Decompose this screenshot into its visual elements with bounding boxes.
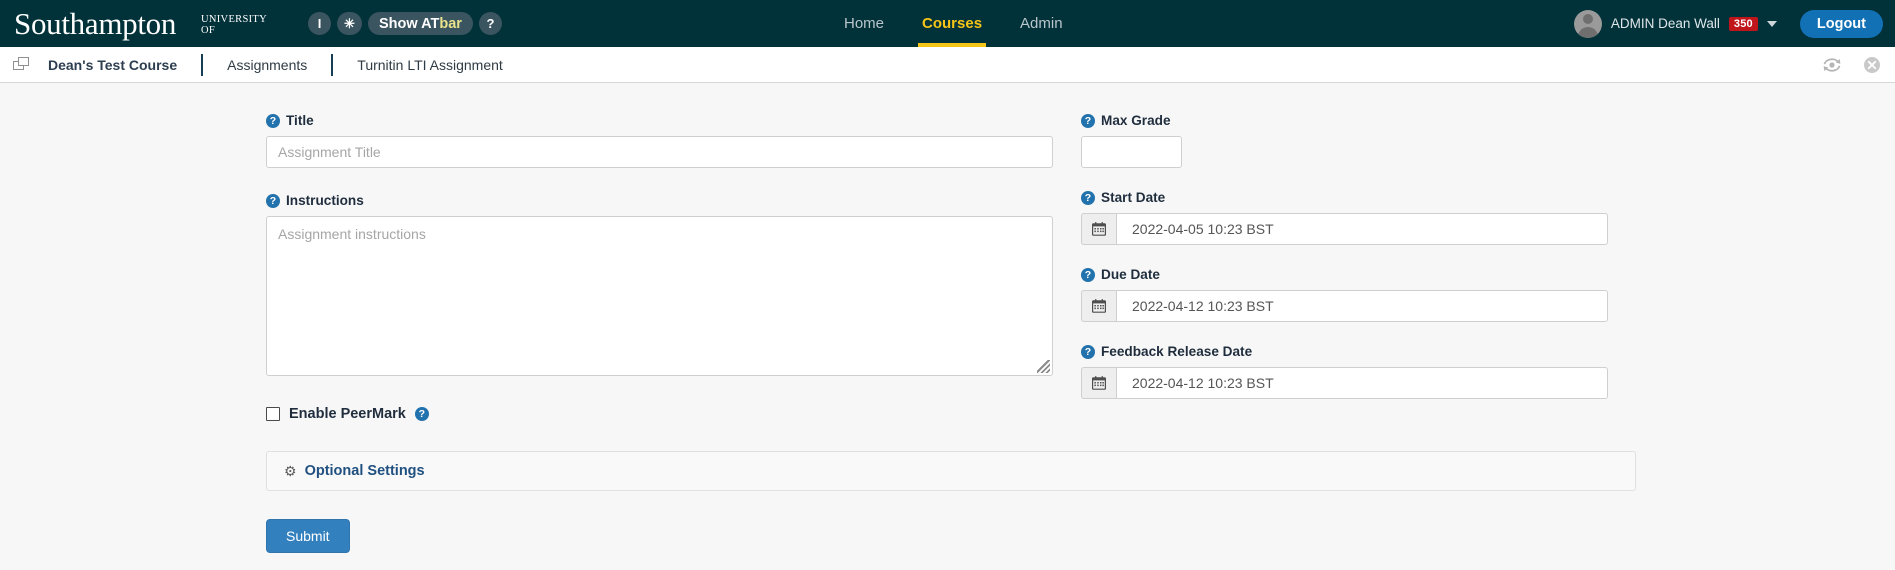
help-icon[interactable]: ? xyxy=(266,193,280,208)
start-date-input[interactable] xyxy=(1116,213,1608,245)
atbar-toolbar: I ✳ Show AT bar ? xyxy=(308,12,502,35)
user-area: ADMIN Dean Wall 350 Logout xyxy=(1573,0,1883,47)
gear-icon: ⚙ xyxy=(284,463,297,479)
top-navigation-bar: Southampton UNIVERSITY OF I ✳ Show AT bar… xyxy=(0,0,1895,47)
user-name: ADMIN Dean Wall xyxy=(1610,16,1720,31)
calendar-icon[interactable] xyxy=(1081,367,1116,399)
calendar-icon[interactable] xyxy=(1081,213,1116,245)
instructions-wrapper xyxy=(266,216,1053,376)
instructions-textarea[interactable] xyxy=(266,216,1053,376)
breadcrumb-item-assignments[interactable]: Assignments xyxy=(227,57,331,73)
text-size-icon[interactable]: I xyxy=(308,12,332,35)
logout-button[interactable]: Logout xyxy=(1799,9,1883,38)
breadcrumb-separator xyxy=(331,53,334,76)
max-grade-label: Max Grade xyxy=(1101,113,1171,128)
enable-peermark-label: Enable PeerMark xyxy=(289,406,406,422)
optional-settings-label: Optional Settings xyxy=(304,463,425,479)
help-icon[interactable]: ? xyxy=(1081,344,1095,359)
due-date-input[interactable] xyxy=(1116,290,1608,322)
help-icon[interactable]: ? xyxy=(1081,113,1095,128)
atbar-help-icon[interactable]: ? xyxy=(478,12,502,35)
nav-item-courses[interactable]: Courses xyxy=(918,0,987,47)
submit-button[interactable]: Submit xyxy=(266,519,350,553)
feedback-release-date-label: Feedback Release Date xyxy=(1101,344,1253,359)
windows-icon[interactable] xyxy=(13,57,30,72)
breadcrumb-item-course[interactable]: Dean's Test Course xyxy=(48,57,201,73)
nav-item-admin[interactable]: Admin xyxy=(1016,0,1067,47)
refresh-icon[interactable] xyxy=(1821,55,1843,75)
show-atbar-button[interactable]: Show AT bar xyxy=(367,12,473,35)
help-icon[interactable]: ? xyxy=(1081,190,1095,205)
due-date-label-row: ? Due Date xyxy=(1081,267,1608,282)
help-icon[interactable]: ? xyxy=(266,113,280,128)
title-input[interactable] xyxy=(266,136,1053,168)
instructions-label-row: ? Instructions xyxy=(266,193,1053,208)
notification-badge[interactable]: 350 xyxy=(1728,16,1758,31)
show-atbar-label: Show AT xyxy=(378,15,440,32)
start-date-label: Start Date xyxy=(1101,190,1166,205)
chevron-down-icon[interactable] xyxy=(1766,20,1777,27)
contrast-icon[interactable]: ✳ xyxy=(337,12,362,35)
nav-item-home[interactable]: Home xyxy=(840,0,888,47)
form-column-left: ? Title ? Instructions Enable PeerMark ?… xyxy=(266,83,1636,553)
max-grade-label-row: ? Max Grade xyxy=(1081,113,1608,128)
start-date-label-row: ? Start Date xyxy=(1081,190,1608,205)
breadcrumb-actions xyxy=(1821,55,1881,75)
peermark-row: Enable PeerMark ? xyxy=(266,406,1053,422)
breadcrumb-separator xyxy=(201,53,204,76)
title-label: Title xyxy=(286,113,314,128)
feedback-release-date-group xyxy=(1081,367,1608,399)
due-date-group xyxy=(1081,290,1608,322)
show-atbar-label-accent: bar xyxy=(439,15,462,32)
help-icon[interactable]: ? xyxy=(414,407,429,421)
site-logo[interactable]: Southampton UNIVERSITY OF xyxy=(14,6,266,41)
avatar[interactable] xyxy=(1573,9,1602,38)
max-grade-input[interactable] xyxy=(1081,136,1182,168)
main-navigation: Home Courses Admin xyxy=(840,0,1067,47)
breadcrumb-bar: Dean's Test Course Assignments Turnitin … xyxy=(0,47,1895,83)
form-column-right: ? Max Grade ? Start Date 2022-04-05 10:2… xyxy=(1053,83,1608,553)
feedback-release-date-label-row: ? Feedback Release Date xyxy=(1081,344,1608,359)
close-icon[interactable] xyxy=(1863,56,1881,74)
breadcrumb: Dean's Test Course Assignments Turnitin … xyxy=(48,53,503,76)
logo-wordmark: Southampton xyxy=(14,6,177,41)
start-date-group xyxy=(1081,213,1608,245)
title-label-row: ? Title xyxy=(266,113,1053,128)
feedback-release-date-input[interactable] xyxy=(1116,367,1608,399)
instructions-label: Instructions xyxy=(286,193,364,208)
assignment-form-page: ? Title ? Instructions Enable PeerMark ?… xyxy=(0,83,1895,570)
calendar-icon[interactable] xyxy=(1081,290,1116,322)
help-icon[interactable]: ? xyxy=(1081,267,1095,282)
enable-peermark-checkbox[interactable] xyxy=(266,407,280,421)
assignment-form: ? Title ? Instructions Enable PeerMark ?… xyxy=(266,83,1636,553)
breadcrumb-item-turnitin[interactable]: Turnitin LTI Assignment xyxy=(357,57,503,73)
due-date-label: Due Date xyxy=(1101,267,1160,282)
logo-university-of: UNIVERSITY OF xyxy=(201,14,267,36)
